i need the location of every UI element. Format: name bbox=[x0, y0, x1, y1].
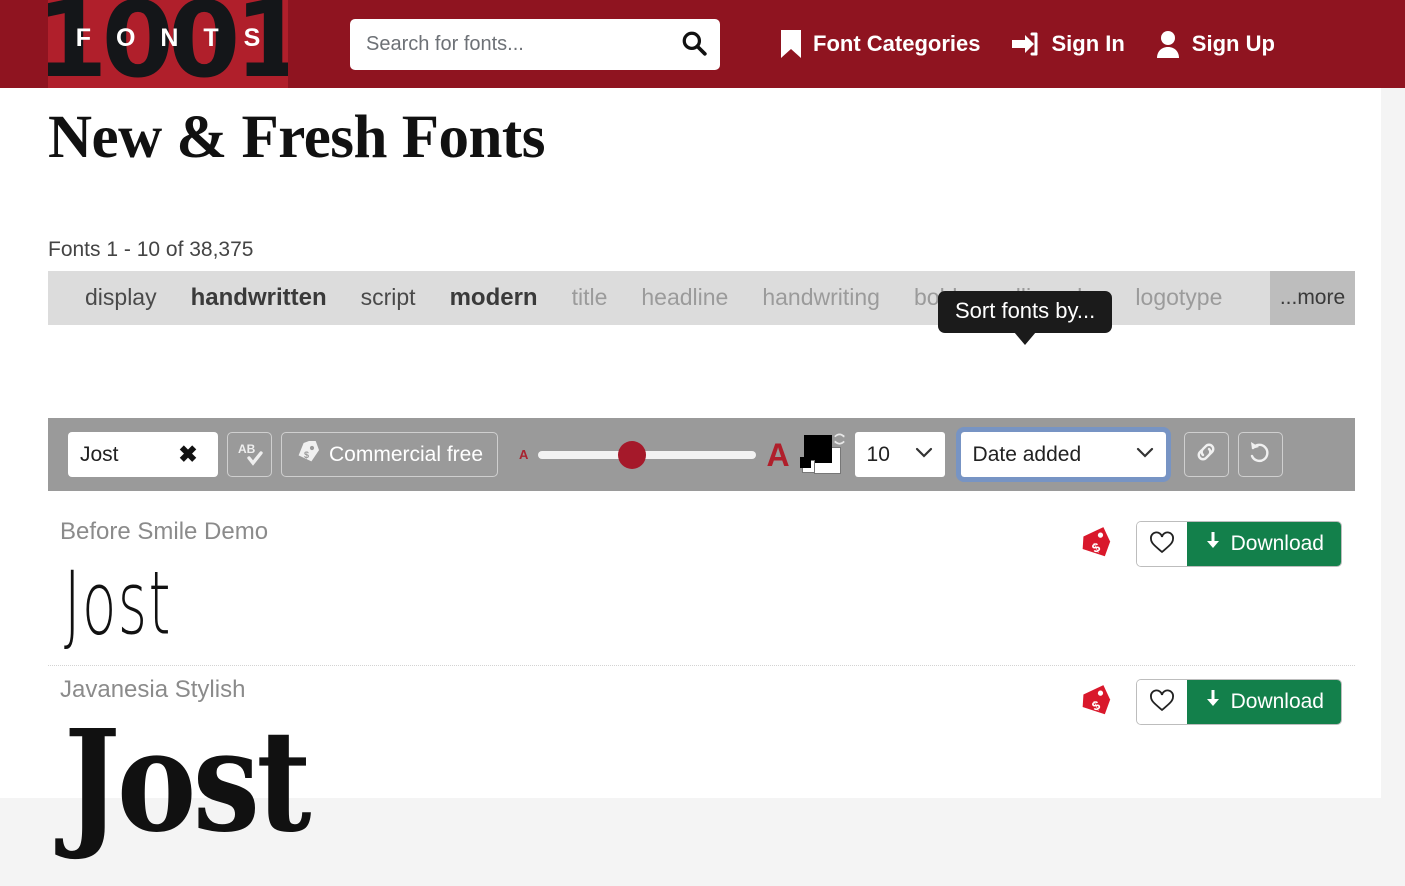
content-panel: New & Fresh Fonts Fonts 1 - 10 of 38,375… bbox=[0, 88, 1381, 864]
heart-icon bbox=[1149, 531, 1175, 558]
sort-by-select[interactable]: Date added bbox=[955, 427, 1171, 482]
svg-text:AB: AB bbox=[238, 442, 256, 456]
download-label: Download bbox=[1230, 690, 1324, 713]
page-body: New & Fresh Fonts Fonts 1 - 10 of 38,375… bbox=[0, 88, 1405, 864]
tags-more-button[interactable]: ...more bbox=[1270, 271, 1355, 325]
search-submit-button[interactable] bbox=[668, 19, 720, 70]
favorite-download-group: Download bbox=[1136, 680, 1341, 724]
nav-item-sign-up[interactable]: Sign Up bbox=[1155, 30, 1275, 58]
permalink-button[interactable] bbox=[1183, 432, 1229, 477]
font-preview-text: Jost bbox=[64, 554, 172, 655]
page-title: New & Fresh Fonts bbox=[48, 104, 545, 171]
nav-label: Sign Up bbox=[1191, 31, 1275, 56]
nav-label: Font Categories bbox=[813, 31, 981, 56]
sign-in-arrow-icon bbox=[1010, 31, 1040, 57]
commercial-free-filter-button[interactable]: $ Commercial free bbox=[281, 432, 499, 477]
download-button[interactable]: Download bbox=[1186, 680, 1341, 724]
price-tag-icon: $ bbox=[296, 438, 320, 469]
site-header: 1001 F O N T S Font Categories bbox=[0, 0, 1405, 88]
logo-wordmark: F O N T S bbox=[75, 24, 270, 52]
commercial-free-label: Commercial free bbox=[329, 442, 484, 466]
size-min-label: A bbox=[519, 447, 529, 462]
preview-text-field[interactable]: ✖ bbox=[68, 432, 218, 477]
tag-handwriting[interactable]: handwriting bbox=[745, 284, 897, 311]
main-nav: Font Categories Sign In Sign Up bbox=[780, 0, 1275, 88]
font-row-actions: $ Download bbox=[1078, 522, 1341, 566]
font-preview-text: Jost bbox=[64, 700, 311, 864]
favorite-button[interactable] bbox=[1136, 522, 1187, 566]
tag-title[interactable]: title bbox=[555, 284, 625, 311]
favorite-download-group: Download bbox=[1136, 522, 1341, 566]
bookmark-icon bbox=[780, 29, 802, 59]
font-size-slider-group: A A bbox=[519, 439, 790, 471]
heart-icon bbox=[1149, 689, 1175, 716]
font-list-item[interactable]: Javanesia Stylish Jost $ Download bbox=[48, 666, 1355, 886]
items-per-page-select[interactable]: 10 bbox=[854, 432, 945, 477]
tag-filter-bar: display handwritten script modern title … bbox=[48, 271, 1355, 325]
nav-label: Sign In bbox=[1051, 31, 1125, 56]
price-tag-icon[interactable]: $ bbox=[1078, 527, 1118, 561]
search-box[interactable] bbox=[350, 19, 720, 70]
search-input[interactable] bbox=[350, 19, 668, 70]
color-picker[interactable] bbox=[799, 432, 847, 477]
tag-modern[interactable]: modern bbox=[433, 284, 555, 312]
preview-toolbar: ✖ AB $ Commercial f bbox=[48, 418, 1355, 491]
font-size-slider-thumb[interactable] bbox=[618, 440, 647, 469]
items-per-page-value: 10 bbox=[866, 442, 890, 466]
tag-script[interactable]: script bbox=[344, 284, 433, 311]
result-count: Fonts 1 - 10 of 38,375 bbox=[48, 238, 254, 261]
tag-logotype[interactable]: logotype bbox=[1118, 284, 1239, 311]
font-list-item[interactable]: Before Smile Demo Jost $ Download bbox=[48, 508, 1355, 666]
font-name[interactable]: Before Smile Demo bbox=[60, 518, 268, 546]
sort-by-value: Date added bbox=[972, 442, 1082, 466]
svg-text:$: $ bbox=[304, 450, 309, 460]
mini-foreground-swatch[interactable] bbox=[799, 457, 811, 468]
font-row-actions: $ Download bbox=[1078, 680, 1341, 724]
font-size-slider[interactable] bbox=[538, 440, 757, 469]
search-icon bbox=[681, 30, 707, 59]
character-map-button[interactable]: AB bbox=[227, 432, 272, 477]
tag-headline[interactable]: headline bbox=[624, 284, 745, 311]
download-arrow-icon bbox=[1204, 531, 1222, 557]
ab-check-icon: AB bbox=[237, 440, 263, 469]
clear-preview-text-button[interactable]: ✖ bbox=[168, 432, 208, 477]
sort-tooltip: Sort fonts by... bbox=[938, 291, 1113, 333]
download-label: Download bbox=[1230, 532, 1324, 555]
tag-handwritten[interactable]: handwritten bbox=[174, 284, 344, 312]
reset-icon bbox=[1248, 440, 1272, 470]
user-icon bbox=[1155, 30, 1181, 58]
tag-display[interactable]: display bbox=[68, 284, 174, 311]
download-arrow-icon bbox=[1204, 689, 1222, 715]
download-button[interactable]: Download bbox=[1186, 522, 1341, 566]
preview-text-input[interactable] bbox=[68, 432, 168, 477]
size-max-label: A bbox=[766, 436, 790, 473]
link-icon bbox=[1194, 440, 1218, 470]
favorite-button[interactable] bbox=[1136, 680, 1187, 724]
site-logo[interactable]: 1001 F O N T S bbox=[48, 0, 288, 88]
reset-button[interactable] bbox=[1237, 432, 1283, 477]
nav-item-font-categories[interactable]: Font Categories bbox=[780, 29, 980, 59]
nav-item-sign-in[interactable]: Sign In bbox=[1010, 31, 1125, 57]
swap-arrows-icon[interactable] bbox=[832, 432, 847, 449]
chevron-down-icon bbox=[1136, 446, 1154, 464]
price-tag-icon[interactable]: $ bbox=[1078, 685, 1118, 719]
chevron-down-icon bbox=[915, 446, 933, 464]
